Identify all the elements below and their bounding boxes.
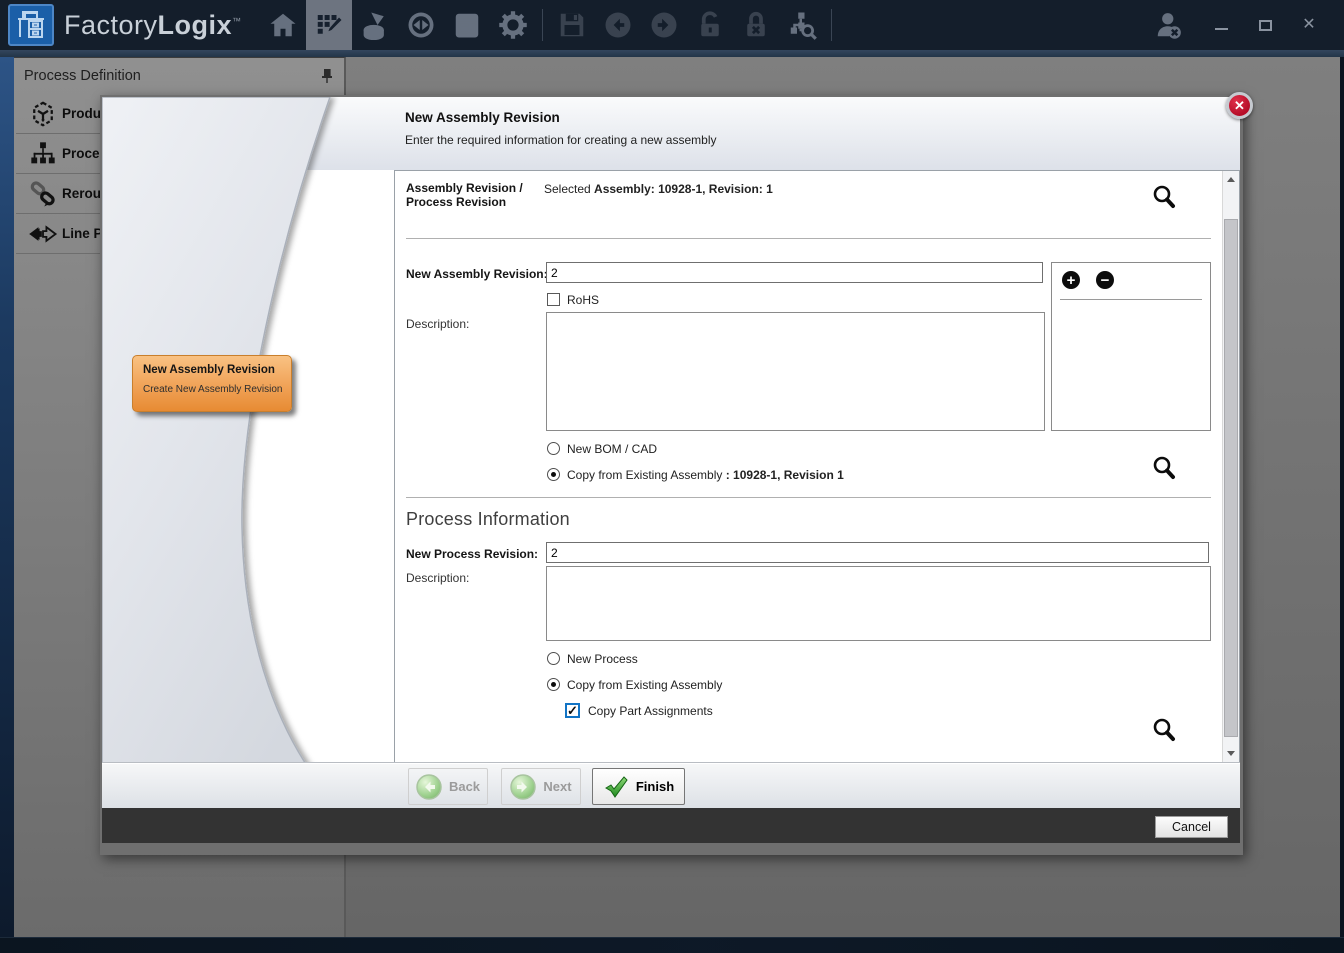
search-icon[interactable] <box>1150 183 1178 211</box>
section-divider <box>406 497 1211 498</box>
scroll-up-icon[interactable] <box>1223 171 1239 188</box>
reroute-links-icon <box>24 178 62 210</box>
copy-process-from-existing-label: Copy from Existing Assembly <box>567 678 722 692</box>
navigate-forward-icon[interactable] <box>641 0 687 50</box>
wizard-step-title: New Assembly Revision <box>143 364 291 376</box>
lock-discard-icon[interactable] <box>733 0 779 50</box>
wizard-step-current: New Assembly Revision Create New Assembl… <box>132 355 292 412</box>
scroll-down-icon[interactable] <box>1223 745 1239 762</box>
wizard-form: Assembly Revision / Process Revision Sel… <box>394 170 1240 763</box>
factorylogix-logo-icon <box>8 4 54 46</box>
finish-button[interactable]: Finish <box>592 768 685 805</box>
assembly-description-label: Description: <box>406 317 469 331</box>
process-information-header: Process Information <box>406 509 570 530</box>
copy-part-assignments-checkbox[interactable]: ✓ <box>565 703 580 718</box>
title-bar: FactoryLogix™ <box>0 0 1344 50</box>
rohs-checkbox[interactable] <box>547 293 560 306</box>
new-process-radio[interactable] <box>547 652 560 665</box>
dialog-title: New Assembly Revision <box>405 110 560 125</box>
process-description-label: Description: <box>406 571 469 585</box>
status-bar <box>0 937 1344 953</box>
form-scrollbar[interactable] <box>1222 171 1239 762</box>
line-process-arrows-icon <box>24 218 62 250</box>
add-icon[interactable]: + <box>1062 271 1080 289</box>
selected-assembly-text: Selected Assembly: 10928-1, Revision: 1 <box>544 182 773 196</box>
maximize-icon[interactable] <box>1250 10 1280 40</box>
new-assembly-revision-input[interactable] <box>546 262 1043 283</box>
search-icon[interactable] <box>1150 454 1178 482</box>
new-process-label: New Process <box>567 652 638 666</box>
new-bom-cad-radio[interactable] <box>547 442 560 455</box>
assembly-description-textarea[interactable] <box>546 312 1045 431</box>
panel-title: Process Definition <box>24 68 320 84</box>
search-icon[interactable] <box>1150 716 1178 744</box>
dialog-subtitle: Enter the required information for creat… <box>405 133 717 147</box>
production-icon[interactable] <box>352 0 398 50</box>
attachments-box: + − <box>1051 262 1211 431</box>
app-title: FactoryLogix™ <box>64 10 242 41</box>
copy-from-existing-assembly-radio[interactable] <box>547 468 560 481</box>
cancel-button[interactable]: Cancel <box>1155 816 1228 838</box>
application-window: FactoryLogix™ <box>0 0 1344 953</box>
dialog-header: New Assembly Revision Enter the required… <box>102 97 1240 170</box>
sidebar-item-label: Rerout <box>62 186 106 201</box>
process-tree-icon <box>24 138 62 170</box>
process-definition-icon[interactable] <box>306 0 352 50</box>
unlock-icon[interactable] <box>687 0 733 50</box>
dialog-footer: Cancel <box>102 808 1240 843</box>
process-description-textarea[interactable] <box>546 566 1211 641</box>
home-icon[interactable] <box>260 0 306 50</box>
new-process-revision-input[interactable] <box>546 542 1209 563</box>
close-icon[interactable]: ✕ <box>1294 10 1324 40</box>
new-assembly-revision-dialog: New Assembly Revision Enter the required… <box>100 95 1243 855</box>
rohs-label: RoHS <box>567 293 599 307</box>
attachments-divider <box>1060 299 1202 300</box>
navigate-back-icon[interactable] <box>595 0 641 50</box>
new-process-revision-label: New Process Revision: <box>406 547 538 561</box>
section-divider <box>406 238 1211 239</box>
product-cube-icon <box>24 98 62 130</box>
scrollbar-thumb[interactable] <box>1224 219 1238 737</box>
pin-icon[interactable] <box>320 68 334 84</box>
remove-icon[interactable]: − <box>1096 271 1114 289</box>
toolbar-separator <box>542 9 543 41</box>
copy-from-existing-assembly-label: Copy from Existing Assembly : 10928-1, R… <box>567 468 844 482</box>
assembly-revision-section-label: Assembly Revision / Process Revision <box>406 181 523 209</box>
new-bom-cad-label: New BOM / CAD <box>567 442 657 456</box>
window-left-border <box>0 57 14 937</box>
save-icon[interactable] <box>549 0 595 50</box>
data-transfer-icon[interactable] <box>398 0 444 50</box>
minimize-icon[interactable] <box>1206 10 1236 40</box>
window-right-border <box>1340 57 1344 937</box>
titlebar-accent-line <box>0 50 1344 57</box>
wizard-button-band: Back Next Finish <box>102 763 1240 808</box>
next-arrow-icon <box>510 774 536 800</box>
new-assembly-revision-label: New Assembly Revision: <box>406 267 548 281</box>
copy-part-assignments-label: Copy Part Assignments <box>588 704 713 718</box>
finish-check-icon <box>603 774 629 800</box>
reports-icon[interactable] <box>444 0 490 50</box>
assembly-search-icon[interactable] <box>779 0 825 50</box>
user-logout-icon[interactable] <box>1146 0 1192 50</box>
settings-gear-icon[interactable] <box>490 0 536 50</box>
back-button[interactable]: Back <box>408 768 488 805</box>
back-arrow-icon <box>416 774 442 800</box>
dialog-close-icon[interactable]: ✕ <box>1226 92 1253 119</box>
toolbar-separator <box>831 9 832 41</box>
next-button[interactable]: Next <box>501 768 581 805</box>
copy-process-from-existing-radio[interactable] <box>547 678 560 691</box>
wizard-step-subtitle: Create New Assembly Revision <box>143 384 291 395</box>
